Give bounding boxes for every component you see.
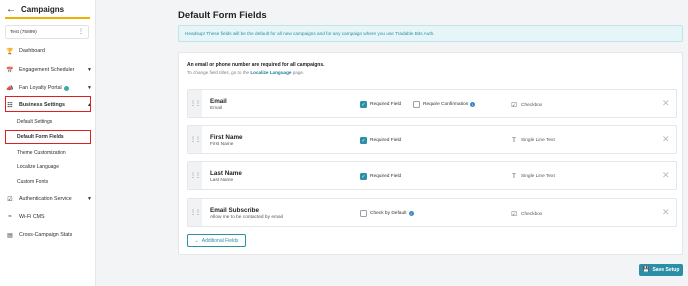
- drag-handle-icon[interactable]: ⋮⋮: [188, 126, 202, 153]
- remove-icon[interactable]: ✕: [662, 170, 670, 181]
- required-checkbox[interactable]: ✓ Required Field: [360, 101, 401, 108]
- check-by-default-checkbox[interactable]: Check by Default i: [360, 210, 414, 217]
- required-label: Required Field: [370, 174, 402, 179]
- sidebar: ← Campaigns Test (75899) ⋮ 🏆 Dashboard 📅…: [0, 0, 96, 286]
- field-type: ☑ Checkbox: [510, 101, 542, 109]
- require-confirmation-checkbox[interactable]: Require Confirmation i: [413, 101, 476, 108]
- sidebar-subitem-custom-fonts[interactable]: Custom Fonts: [17, 179, 48, 185]
- remove-icon[interactable]: ✕: [662, 98, 670, 109]
- chevron-down-icon: ▼: [87, 85, 92, 91]
- field-row-first-name: ⋮⋮ First Name First Name ✓ Required Fiel…: [187, 125, 677, 154]
- calendar-icon: 📅: [6, 67, 14, 74]
- drag-handle-icon[interactable]: ⋮⋮: [188, 162, 202, 189]
- localize-hint: To change field titles, go to the Locali…: [187, 70, 304, 75]
- info-notice: Headsup! These fields will be the defaul…: [178, 25, 683, 42]
- sidebar-item-wifi-cms[interactable]: ≈ Wi-Fi CMS: [6, 211, 92, 223]
- checkmark-icon: ✓: [360, 137, 367, 144]
- save-setup-button[interactable]: 💾 Save Setup: [639, 264, 683, 276]
- field-subtitle: Allow me to be contacted by email: [210, 215, 283, 220]
- field-type-label: Single Line Text: [521, 138, 555, 143]
- highlight-business-settings: [5, 96, 91, 112]
- shield-check-icon: ☑: [7, 196, 13, 203]
- additional-fields-button[interactable]: ⌄ Additional Fields: [187, 234, 246, 247]
- field-row-last-name: ⋮⋮ Last Name Last Name ✓ Required Field …: [187, 161, 677, 190]
- checkbox-type-icon: ☑: [511, 102, 517, 109]
- sidebar-item-dashboard[interactable]: 🏆 Dashboard: [6, 45, 92, 57]
- sidebar-accent-bar: [5, 17, 90, 19]
- sidebar-header: ← Campaigns: [0, 0, 95, 18]
- page-title: Default Form Fields: [178, 10, 267, 21]
- text-type-icon: T: [512, 173, 516, 180]
- remove-icon[interactable]: ✕: [662, 134, 670, 145]
- field-subtitle: Email: [210, 106, 222, 111]
- info-icon[interactable]: i: [470, 102, 476, 107]
- field-type: ☑ Checkbox: [510, 210, 542, 218]
- trophy-icon: 🏆: [6, 48, 14, 55]
- sidebar-title: Campaigns: [21, 4, 65, 14]
- sidebar-item-cross-campaign-stats[interactable]: ▤ Cross-Campaign Stats: [6, 229, 92, 241]
- drag-handle-icon[interactable]: ⋮⋮: [188, 199, 202, 226]
- field-type-label: Checkbox: [521, 102, 543, 108]
- required-checkbox[interactable]: ✓ Required Field: [360, 173, 401, 180]
- checkmark-icon: ✓: [360, 101, 367, 108]
- localize-language-link[interactable]: Localize Language: [250, 70, 291, 75]
- check-by-default-label: Check by Default: [370, 211, 407, 216]
- sidebar-item-label: Authentication Service: [19, 196, 72, 202]
- back-arrow-icon[interactable]: ←: [6, 4, 16, 15]
- checkmark-icon: ✓: [360, 173, 367, 180]
- sidebar-item-fan-loyalty-portal[interactable]: 📣 Fan Loyalty Portal ▼: [6, 82, 92, 94]
- field-type-label: Single Line Text: [521, 174, 555, 179]
- field-title: First Name: [210, 134, 243, 141]
- account-selector[interactable]: Test (75899) ⋮: [5, 25, 89, 39]
- sidebar-item-label: Fan Loyalty Portal: [19, 85, 62, 91]
- kebab-menu-icon[interactable]: ⋮: [78, 29, 84, 35]
- status-badge: [63, 85, 69, 91]
- sidebar-item-engagement-scheduler[interactable]: 📅 Engagement Scheduler ▼: [6, 64, 92, 76]
- megaphone-icon: 📣: [6, 85, 14, 92]
- chevron-down-icon: ⌄: [194, 237, 199, 244]
- field-type: T Single Line Text: [510, 173, 555, 180]
- sidebar-item-authentication-service[interactable]: ☑ Authentication Service ▼: [6, 193, 92, 205]
- required-label: Required Field: [370, 102, 402, 107]
- account-name: Test (75899): [10, 29, 37, 35]
- sidebar-item-label: Cross-Campaign Stats: [19, 232, 73, 238]
- info-icon[interactable]: i: [408, 211, 414, 216]
- localize-hint-prefix: To change field titles, go to the: [187, 70, 250, 75]
- drag-handle-icon[interactable]: ⋮⋮: [188, 90, 202, 117]
- field-row-email: ⋮⋮ Email Email ✓ Required Field Require …: [187, 89, 677, 118]
- bar-chart-icon: ▤: [7, 232, 13, 239]
- chevron-down-icon: ▼: [87, 67, 92, 73]
- sidebar-subitem-localize-language[interactable]: Localize Language: [17, 164, 59, 170]
- sidebar-subitem-default-settings[interactable]: Default Settings: [17, 119, 52, 125]
- field-row-email-subscribe: ⋮⋮ Email Subscribe Allow me to be contac…: [187, 198, 677, 227]
- additional-fields-label: Additional Fields: [201, 237, 239, 244]
- field-type: T Single Line Text: [510, 137, 555, 144]
- text-type-icon: T: [512, 137, 516, 144]
- save-icon: 💾: [642, 267, 650, 273]
- require-confirmation-label: Require Confirmation: [423, 102, 469, 107]
- form-fields-panel: An email or phone number are required fo…: [178, 52, 683, 255]
- wifi-icon: ≈: [8, 214, 12, 220]
- required-fields-note: An email or phone number are required fo…: [187, 62, 325, 68]
- save-setup-label: Save Setup: [652, 267, 680, 273]
- field-title: Last Name: [210, 170, 242, 177]
- field-subtitle: First Name: [210, 142, 234, 147]
- field-title: Email: [210, 98, 227, 105]
- localize-hint-suffix: page.: [292, 70, 305, 75]
- sidebar-item-label: Dashboard: [19, 48, 45, 54]
- field-title: Email Subscribe: [210, 207, 259, 214]
- chevron-down-icon: ▼: [87, 196, 92, 202]
- sidebar-subitem-theme-customization[interactable]: Theme Customization: [17, 150, 66, 156]
- checkbox-type-icon: ☑: [511, 211, 517, 218]
- field-type-label: Checkbox: [521, 211, 543, 217]
- required-label: Required Field: [370, 138, 402, 143]
- sidebar-item-label: Wi-Fi CMS: [19, 214, 45, 220]
- required-checkbox[interactable]: ✓ Required Field: [360, 137, 401, 144]
- sidebar-item-label: Engagement Scheduler: [19, 67, 75, 73]
- field-subtitle: Last Name: [210, 178, 234, 183]
- highlight-default-form-fields: [5, 130, 91, 144]
- remove-icon[interactable]: ✕: [662, 207, 670, 218]
- checkbox-empty-icon: [360, 210, 367, 217]
- checkbox-empty-icon: [413, 101, 420, 108]
